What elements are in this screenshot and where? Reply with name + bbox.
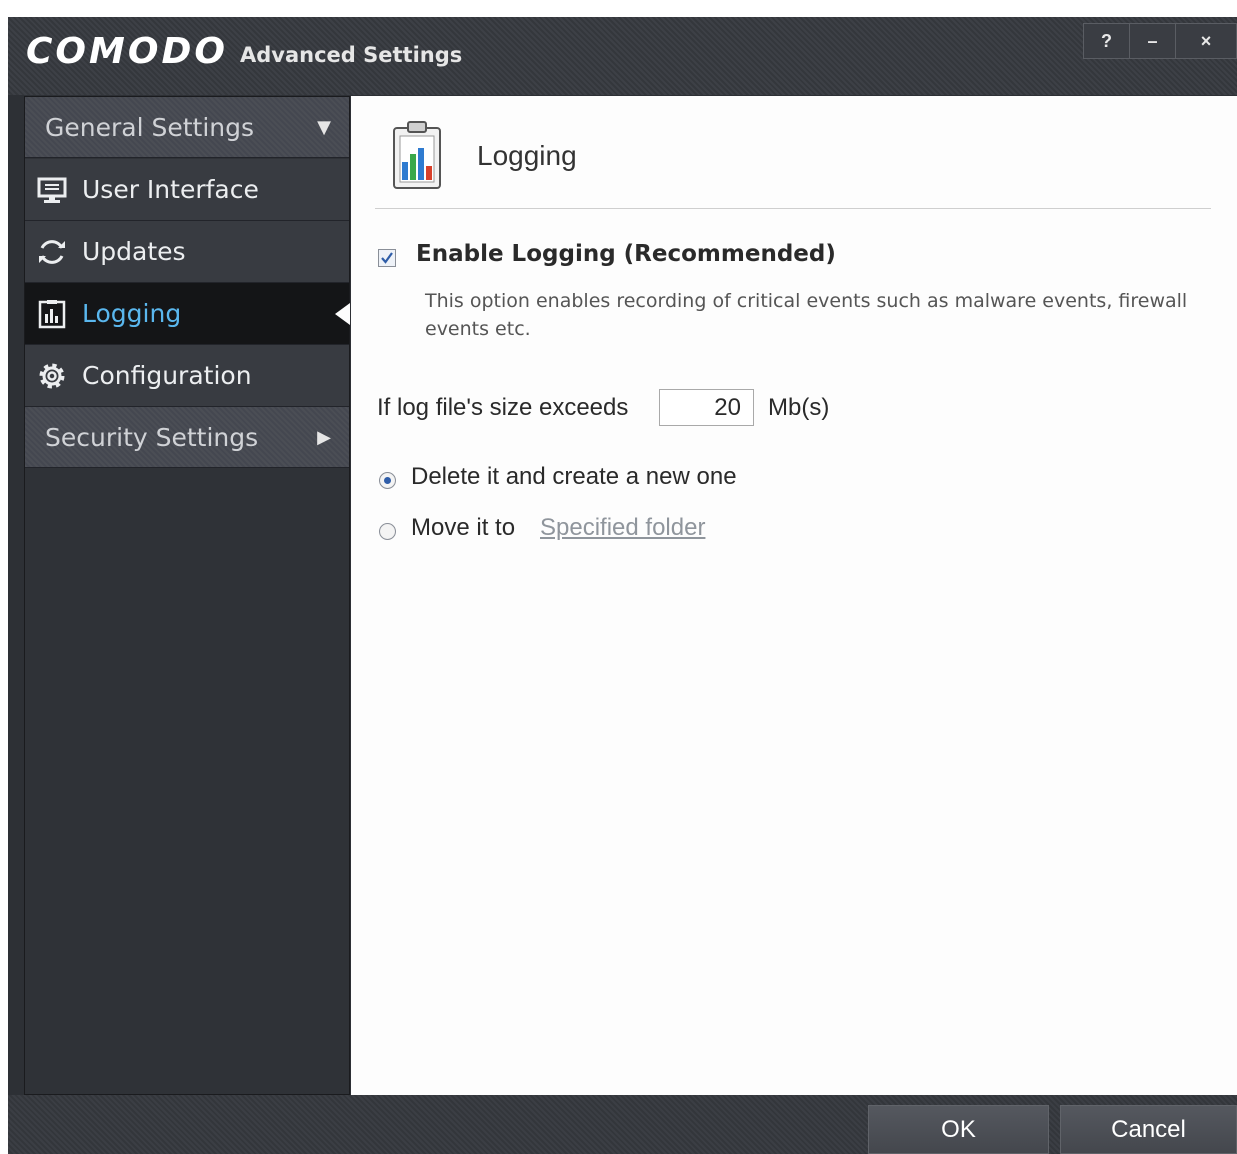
- logging-clipboard-icon: [393, 121, 441, 189]
- log-size-unit: Mb(s): [768, 394, 830, 421]
- sidebar-item-updates[interactable]: Updates: [25, 221, 349, 283]
- sidebar-group-security-settings[interactable]: Security Settings ▶: [25, 407, 349, 468]
- enable-logging-checkbox[interactable]: [378, 249, 396, 267]
- log-size-input[interactable]: 20: [659, 389, 754, 426]
- divider: [375, 208, 1211, 209]
- window-controls: ? – ×: [1083, 23, 1237, 59]
- help-button[interactable]: ?: [1084, 24, 1130, 58]
- footer-bar: OK Cancel: [8, 1095, 1237, 1154]
- enable-logging-description: This option enables recording of critica…: [425, 290, 1188, 340]
- monitor-icon: [37, 177, 67, 203]
- sidebar-item-label: Updates: [82, 237, 186, 266]
- sidebar-group-general-settings[interactable]: General Settings ▼: [25, 97, 349, 158]
- close-button[interactable]: ×: [1176, 24, 1236, 58]
- page-title: Logging: [477, 140, 577, 171]
- move-it-label[interactable]: Move it to: [411, 514, 515, 542]
- advanced-settings-window: COMODO Advanced Settings ? – × General S…: [8, 17, 1237, 1154]
- sidebar: General Settings ▼ User Interface Update…: [24, 96, 350, 1095]
- window-title: Advanced Settings: [240, 43, 463, 67]
- delete-and-create-label[interactable]: Delete it and create a new one: [411, 463, 737, 491]
- sidebar-item-label: Configuration: [82, 361, 252, 390]
- checkmark-icon: [381, 252, 393, 264]
- comodo-logo: COMODO: [26, 31, 228, 72]
- sidebar-group-label: Security Settings: [45, 423, 259, 452]
- sidebar-item-user-interface[interactable]: User Interface: [25, 159, 349, 221]
- chevron-down-icon: ▼: [317, 117, 331, 138]
- settings-panel: Logging Enable Logging (Recommended) Thi…: [351, 96, 1237, 1095]
- enable-logging-label[interactable]: Enable Logging (Recommended): [416, 241, 836, 267]
- sidebar-item-configuration[interactable]: Configuration: [25, 345, 349, 407]
- gear-icon: [39, 363, 65, 389]
- specified-folder-link[interactable]: Specified folder: [540, 514, 705, 542]
- title-bar[interactable]: COMODO Advanced Settings ? – ×: [8, 17, 1237, 95]
- log-size-label: If log file's size exceeds: [377, 394, 629, 421]
- active-indicator: [335, 303, 350, 325]
- ok-button[interactable]: OK: [868, 1105, 1049, 1154]
- sidebar-group-label: General Settings: [45, 113, 255, 142]
- cancel-button[interactable]: Cancel: [1060, 1105, 1237, 1154]
- sidebar-item-label: User Interface: [82, 175, 259, 204]
- minimize-button[interactable]: –: [1130, 24, 1176, 58]
- delete-and-create-radio[interactable]: [379, 472, 396, 489]
- chevron-right-icon: ▶: [317, 427, 331, 448]
- sidebar-item-label: Logging: [82, 299, 182, 328]
- move-it-radio[interactable]: [379, 523, 396, 540]
- sidebar-item-logging[interactable]: Logging: [25, 283, 350, 345]
- log-chart-icon: [38, 300, 66, 329]
- refresh-icon: [39, 240, 65, 264]
